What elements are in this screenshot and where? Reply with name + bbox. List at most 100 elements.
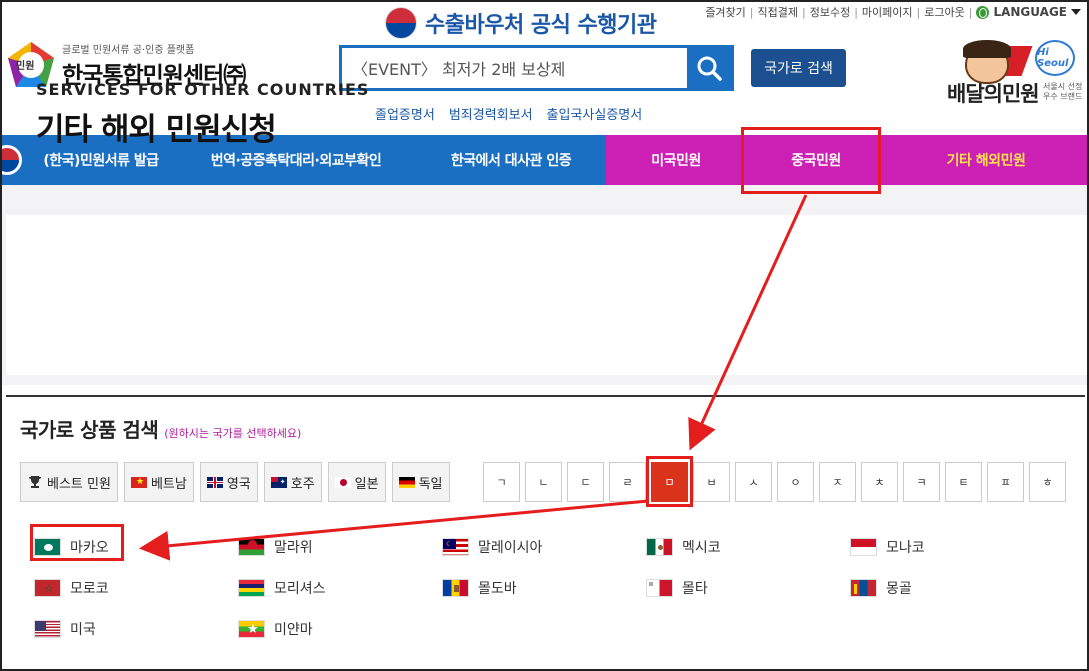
country-name: 멕시코 (682, 539, 721, 556)
consonant-button[interactable]: ㄱ (483, 462, 520, 502)
consonant-button[interactable]: ㅈ (819, 462, 856, 502)
nav-other-countries[interactable]: 기타 해외민원 (886, 150, 1086, 170)
hero-section (2, 185, 1087, 385)
nav-korea-documents[interactable]: (한국)민원서류 발급 (26, 150, 176, 170)
germany-flag-icon (398, 476, 415, 488)
uk-button[interactable]: 영국 (199, 462, 258, 502)
consonant-button[interactable]: ㅇ (777, 462, 814, 502)
country-item-malawi[interactable]: 말라위 (238, 537, 442, 557)
country-name: 미국 (70, 621, 96, 638)
search-button[interactable] (687, 48, 731, 88)
vietnam-button[interactable]: ★ 베트남 (123, 462, 194, 502)
consonant-button[interactable]: ㅅ (735, 462, 772, 502)
mexico-flag-icon (646, 537, 673, 556)
consonant-button[interactable]: ㄹ (609, 462, 646, 502)
australia-flag-icon: ✦ (270, 476, 287, 488)
language-selector[interactable]: LANGUAGE (976, 5, 1081, 19)
quick-link-immigration[interactable]: 출입국사실증명서 (547, 104, 643, 123)
country-name: 말레이시아 (478, 539, 543, 556)
country-item-myanmar[interactable]: ★ 미얀마 (238, 619, 442, 639)
country-name: 말라위 (274, 539, 313, 556)
quick-link-graduation[interactable]: 졸업증명서 (375, 104, 435, 123)
top-link-edit-info[interactable]: 정보수정 (810, 4, 850, 20)
best-services-button[interactable]: 베스트 민원 (20, 462, 118, 502)
macau-flag-icon (34, 537, 61, 556)
country-name: 몽골 (886, 580, 912, 597)
country-search-heading: 국가로 상품 검색 (원하시는 국가를 선택하세요) (20, 414, 301, 443)
popular-document-links: 졸업증명서 범죄경력회보서 출입국사실증명서 (375, 104, 642, 123)
country-list: 마카오 말라위 ☾ 말레이시아 멕시코 모나코 ☆ 모로코 모리셔스 몰도바 몰… (34, 526, 1074, 649)
country-name: 모나코 (886, 539, 925, 556)
consonant-button[interactable]: ㄴ (525, 462, 562, 502)
japan-flag-icon (334, 476, 351, 488)
country-item-morocco[interactable]: ☆ 모로코 (34, 578, 238, 598)
country-name: 모리셔스 (274, 580, 326, 597)
language-label: LANGUAGE (993, 5, 1067, 19)
globe-icon (976, 5, 990, 19)
hero-english-title: SERVICES FOR OTHER COUNTRIES (36, 80, 370, 99)
country-row: ☆ 모로코 모리셔스 몰도바 몰타 몽골 (34, 567, 1074, 608)
germany-button[interactable]: 독일 (391, 462, 450, 502)
malta-flag-icon (646, 578, 673, 597)
consonant-filter-bar: ㄱ ㄴ ㄷ ㄹ ㅁ ㅂ ㅅ ㅇ ㅈ ㅊ ㅋ ㅌ ㅍ ㅎ (483, 462, 1066, 502)
country-search-title: 국가로 상품 검색 (20, 418, 159, 442)
country-name: 몰타 (682, 580, 708, 597)
consonant-button[interactable]: ㅋ (903, 462, 940, 502)
search-icon (697, 56, 722, 81)
partner-note: 서울시 선정 우수 브랜드 (1043, 82, 1083, 101)
nav-embassy-certification[interactable]: 한국에서 대사관 인증 (416, 150, 606, 170)
monaco-flag-icon (850, 537, 877, 556)
consonant-button[interactable]: ㅍ (987, 462, 1024, 502)
country-item-mongolia[interactable]: 몽골 (850, 578, 1054, 598)
country-item-macau[interactable]: 마카오 (34, 537, 238, 557)
top-utility-links: 즐겨찾기 | 직접결제 | 정보수정 | 마이페이지 | 로그아웃 | LANGUAGE (705, 4, 1081, 20)
malawi-flag-icon (238, 537, 265, 556)
country-search-subtitle: (원하시는 국가를 선택하세요) (164, 427, 302, 440)
consonant-button[interactable]: ㅂ (693, 462, 730, 502)
uk-flag-icon (206, 476, 223, 488)
myanmar-flag-icon: ★ (238, 619, 265, 638)
country-search-button[interactable]: 국가로 검색 (751, 49, 846, 87)
country-name: 미얀마 (274, 621, 313, 638)
nav-china-services[interactable]: 중국민원 (746, 150, 886, 170)
consonant-button[interactable]: ㅎ (1029, 462, 1066, 502)
consonant-button[interactable]: ㅊ (861, 462, 898, 502)
quick-country-buttons: 베스트 민원 ★ 베트남 영국 ✦ 호주 일본 독일 (20, 462, 450, 502)
nav-translation-notary[interactable]: 번역·공증촉탁대리·외교부확인 (176, 150, 416, 170)
section-divider (6, 395, 1085, 397)
top-link-mypage[interactable]: 마이페이지 (862, 4, 913, 20)
country-item-malta[interactable]: 몰타 (646, 578, 850, 598)
top-link-logout[interactable]: 로그아웃 (924, 4, 964, 20)
quick-link-criminal-record[interactable]: 범죄경력회보서 (449, 104, 533, 123)
best-services-label: 베스트 민원 (47, 476, 111, 492)
country-item-monaco[interactable]: 모나코 (850, 537, 1054, 557)
nav-usa-services[interactable]: 미국민원 (606, 150, 746, 170)
mascot-hair (963, 40, 1011, 58)
taegeuk-icon (385, 7, 417, 39)
partner-name: 배달의민원 (947, 82, 1040, 106)
export-voucher-banner[interactable]: 수출바우처 공식 수행기관 (385, 7, 657, 39)
top-link-bookmark[interactable]: 즐겨찾기 (705, 4, 745, 20)
country-item-moldova[interactable]: 몰도바 (442, 578, 646, 598)
australia-button[interactable]: ✦ 호주 (263, 462, 322, 502)
korea-flag-icon (0, 135, 26, 185)
consonant-button-active[interactable]: ㅁ (651, 462, 688, 502)
country-item-usa[interactable]: 미국 (34, 619, 238, 639)
moldova-flag-icon (442, 578, 469, 597)
country-item-malaysia[interactable]: ☾ 말레이시아 (442, 537, 646, 557)
trophy-icon (29, 476, 41, 488)
country-name: 모로코 (70, 580, 109, 597)
japan-button[interactable]: 일본 (327, 462, 386, 502)
caret-down-icon (1071, 9, 1081, 15)
search-input[interactable] (342, 48, 687, 88)
country-item-mexico[interactable]: 멕시코 (646, 537, 850, 557)
partner-brand-banner[interactable]: 배달의민원 Hi Seoul 서울시 선정 우수 브랜드 (945, 40, 1085, 106)
australia-label: 호주 (290, 476, 315, 492)
vietnam-label: 베트남 (150, 476, 187, 492)
top-link-direct-payment[interactable]: 직접결제 (758, 4, 798, 20)
country-item-mauritius[interactable]: 모리셔스 (238, 578, 442, 598)
malaysia-flag-icon: ☾ (442, 537, 469, 556)
consonant-button[interactable]: ㄷ (567, 462, 604, 502)
logo-badge-text: 민원 (16, 61, 35, 72)
consonant-button[interactable]: ㅌ (945, 462, 982, 502)
